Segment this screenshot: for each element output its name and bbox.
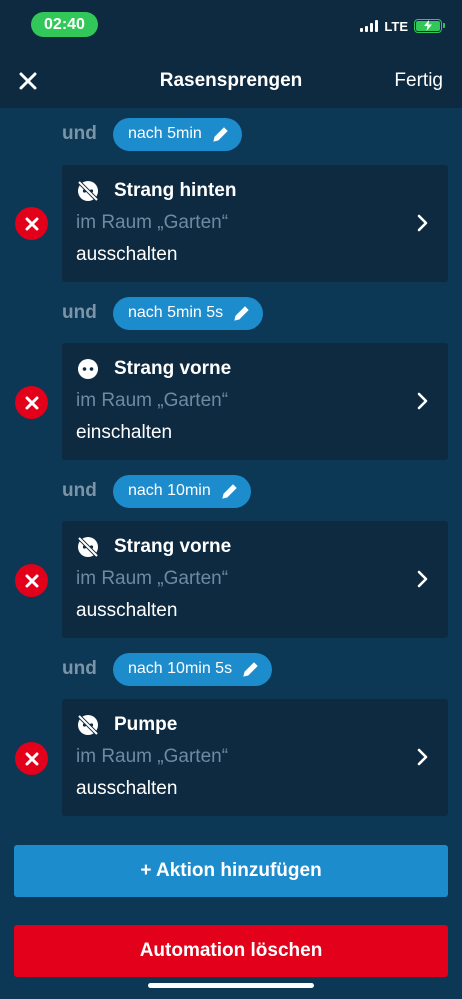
connector-label: und [62, 480, 97, 501]
device-room: im Raum „Garten“ [76, 212, 229, 233]
pencil-icon [234, 306, 249, 321]
delay-label: nach 5min 5s [128, 304, 224, 321]
chevron-right-icon [417, 214, 428, 232]
device-name: Strang vorne [114, 536, 232, 557]
socket-off-icon [77, 536, 99, 558]
close-icon [25, 396, 38, 409]
delay-pill[interactable]: nach 10min [113, 474, 251, 508]
delay-label: nach 5min [128, 125, 202, 142]
action-card[interactable]: Pumpe im Raum „Garten“ ausschalten [62, 699, 448, 816]
condition-row: und nach 5min [0, 117, 462, 151]
connector-label: und [62, 302, 97, 323]
device-action: einschalten [76, 422, 173, 443]
close-icon [25, 217, 38, 230]
pencil-icon [213, 127, 228, 142]
connector-label: und [62, 123, 97, 144]
delay-pill[interactable]: nach 5min 5s [113, 296, 264, 330]
device-name: Strang hinten [114, 180, 237, 201]
socket-on-icon [78, 359, 98, 379]
remove-step-button[interactable] [15, 564, 48, 597]
network-label: LTE [384, 18, 408, 34]
signal-icon [360, 20, 379, 32]
device-name: Strang vorne [114, 358, 232, 379]
action-card[interactable]: Strang vorne im Raum „Garten“ ausschalte… [62, 521, 448, 638]
pencil-icon [243, 662, 258, 677]
device-room: im Raum „Garten“ [76, 568, 229, 589]
status-indicators: LTE [360, 18, 445, 34]
device-name: Pumpe [114, 714, 178, 735]
device-room: im Raum „Garten“ [76, 746, 229, 767]
delay-label: nach 10min 5s [128, 660, 233, 677]
delay-pill[interactable]: nach 5min [113, 117, 242, 151]
add-action-button[interactable]: + Aktion hinzufügen [14, 845, 448, 897]
action-card[interactable]: Strang hinten im Raum „Garten“ ausschalt… [62, 165, 448, 282]
chevron-right-icon [417, 392, 428, 410]
action-card[interactable]: Strang vorne im Raum „Garten“ einschalte… [62, 343, 448, 460]
close-icon [25, 752, 38, 765]
delete-automation-button[interactable]: Automation löschen [14, 925, 448, 977]
pencil-icon [222, 484, 237, 499]
delay-label: nach 10min [128, 482, 211, 499]
chevron-right-icon [417, 748, 428, 766]
close-icon [25, 574, 38, 587]
remove-step-button[interactable] [15, 207, 48, 240]
device-action: ausschalten [76, 600, 178, 621]
close-icon [19, 72, 37, 90]
device-action: ausschalten [76, 778, 178, 799]
top-bar: 02:40 LTE Rasensprengen Fertig [0, 0, 462, 108]
condition-row: und nach 5min 5s [0, 296, 462, 330]
condition-row: und nach 10min 5s [0, 652, 462, 686]
device-room: im Raum „Garten“ [76, 390, 229, 411]
remove-step-button[interactable] [15, 386, 48, 419]
page-title: Rasensprengen [159, 70, 303, 91]
socket-off-icon [77, 714, 99, 736]
done-button[interactable]: Fertig [394, 70, 443, 92]
socket-off-icon [77, 180, 99, 202]
condition-row: und nach 10min [0, 474, 462, 508]
delay-pill[interactable]: nach 10min 5s [113, 652, 273, 686]
home-indicator [148, 983, 314, 988]
remove-step-button[interactable] [15, 742, 48, 775]
chevron-right-icon [417, 570, 428, 588]
status-time: 02:40 [31, 12, 98, 37]
battery-icon [414, 19, 445, 33]
connector-label: und [62, 658, 97, 679]
device-action: ausschalten [76, 244, 178, 265]
close-button[interactable] [16, 69, 40, 93]
